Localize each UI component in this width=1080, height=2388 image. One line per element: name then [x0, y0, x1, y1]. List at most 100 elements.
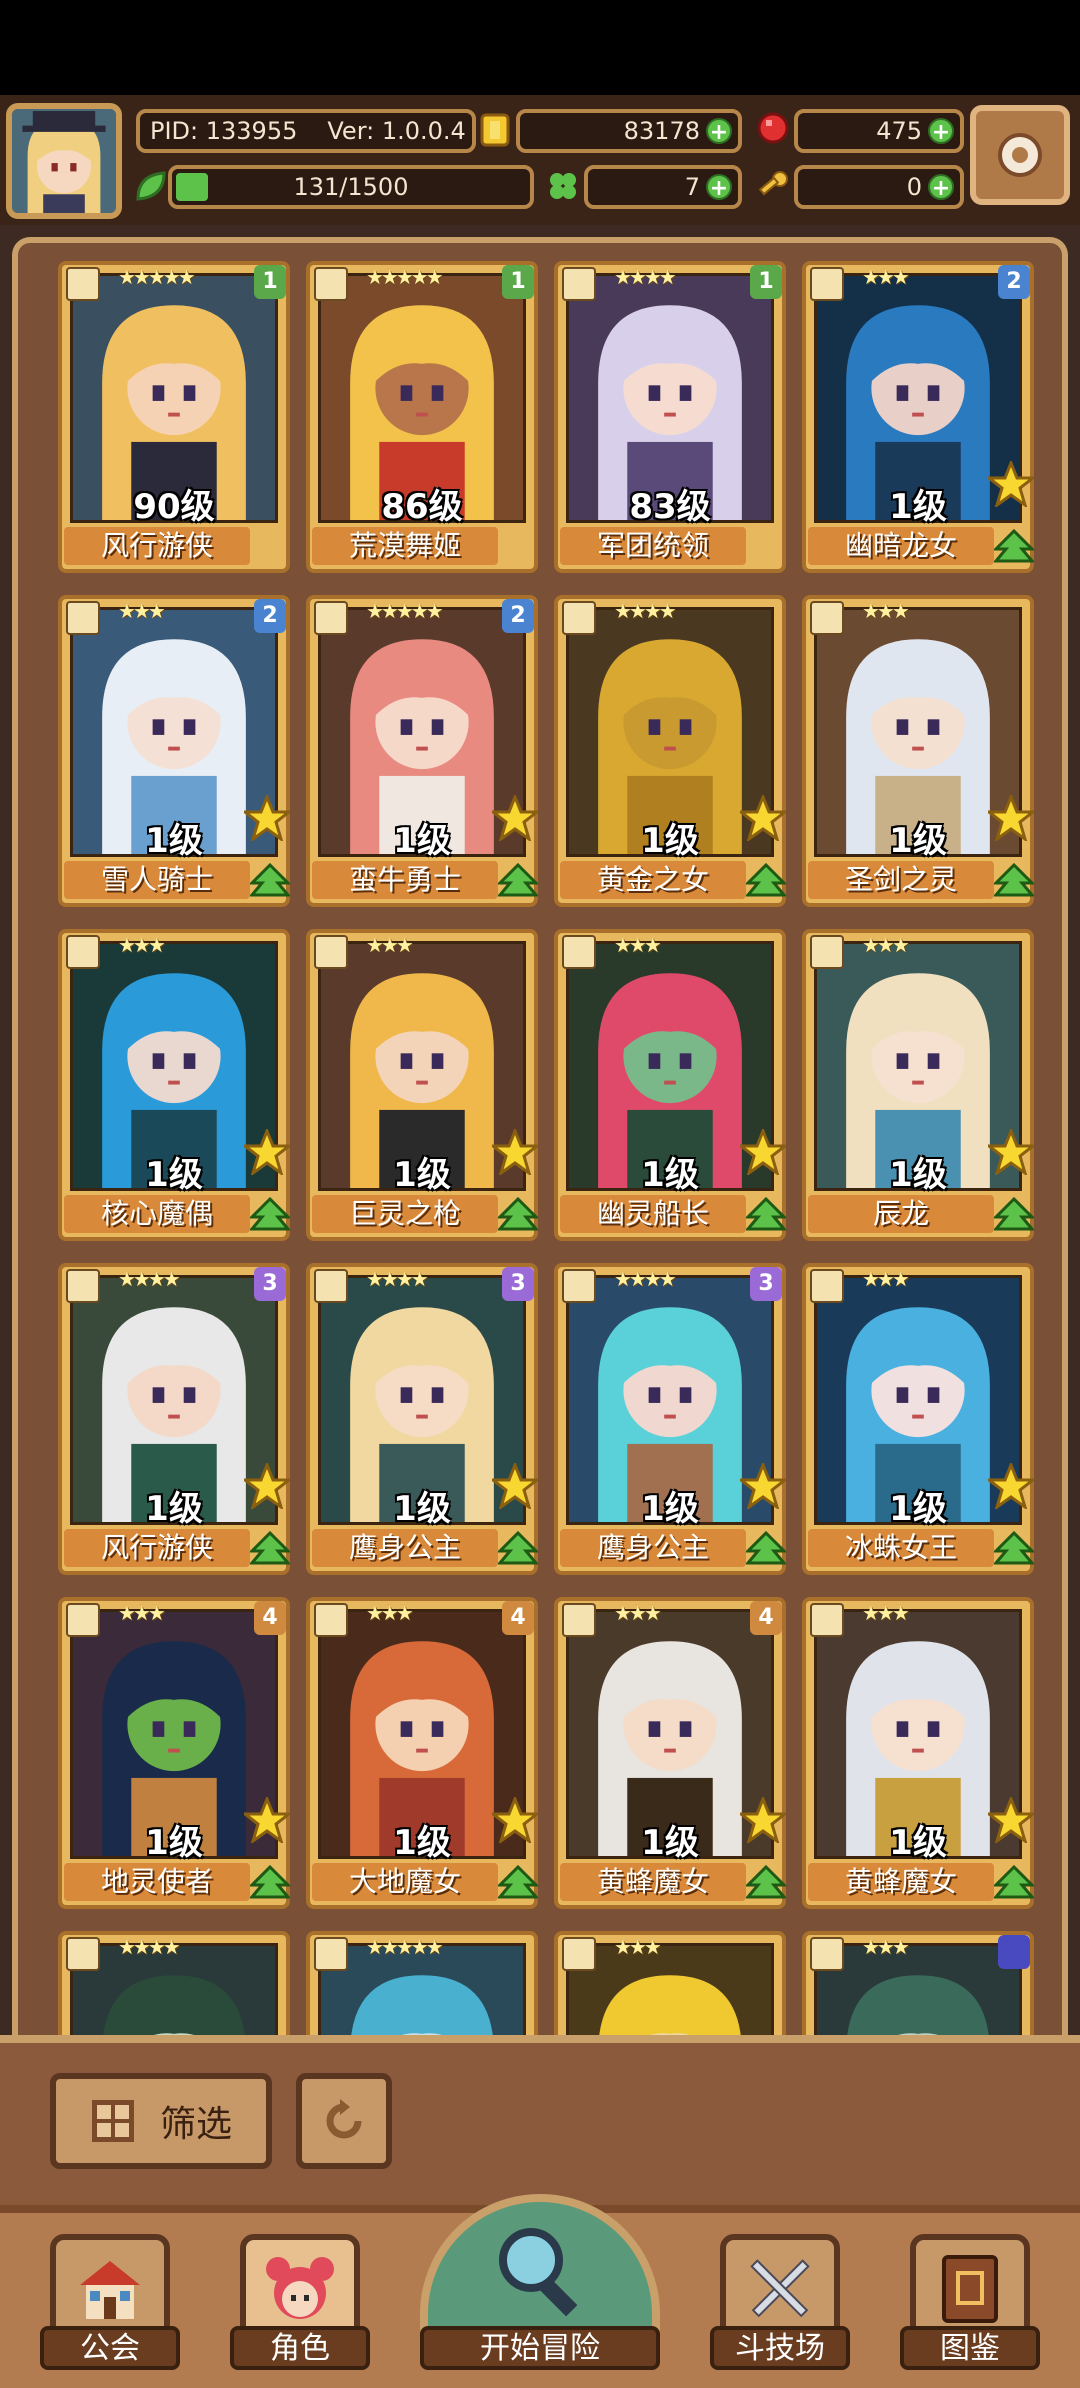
hero-name: 鹰身公主	[312, 1529, 498, 1567]
level-up-arrow-icon	[994, 863, 1034, 897]
filter-bar: 筛选	[0, 2035, 1080, 2205]
weapon-type-icon	[66, 1937, 100, 1971]
hero-card[interactable]: ★★★★★ 1 86级 荒漠舞姬	[306, 261, 538, 573]
hero-panel-inner: ★★★★★ 1 90级 风行游侠 ★★★★★ 1 86级 荒漠舞姬 ★★★★ 1 83级 军团统领 ★★…	[12, 237, 1068, 2037]
hero-card[interactable]: ★★★ 2 1级 幽暗龙女	[802, 261, 1034, 573]
hero-card[interactable]: ★★★★ 3 1级 风行游侠	[58, 1263, 290, 1575]
grid-filter-icon	[91, 2100, 134, 2142]
hero-card[interactable]: ★★★ 4 1级 地灵使者	[58, 1597, 290, 1909]
weapon-type-icon	[66, 1603, 100, 1637]
star-upgrade-icon	[988, 1797, 1034, 1843]
hero-level: 86级	[381, 487, 463, 527]
refresh-button[interactable]	[296, 2073, 392, 2169]
star-upgrade-icon	[492, 1797, 538, 1843]
nav-adventure[interactable]: 开始冒险	[410, 2194, 670, 2370]
nav-codex[interactable]: 图鉴	[900, 2234, 1040, 2370]
gold-amount: 83178	[623, 117, 700, 145]
level-up-arrow-icon	[746, 1197, 786, 1231]
weapon-type-icon	[314, 1603, 348, 1637]
hero-card[interactable]: ★★★★★	[306, 1931, 538, 2037]
rarity-stars: ★★★	[862, 265, 910, 289]
level-up-arrow-icon	[250, 863, 290, 897]
weapon-type-icon	[314, 267, 348, 301]
rarity-stars: ★★★	[614, 1935, 662, 1959]
hero-name: 风行游侠	[64, 527, 250, 565]
add-gold-button[interactable]: +	[706, 118, 732, 145]
add-clover-button[interactable]: +	[706, 174, 732, 201]
nav-adventure-label: 开始冒险	[420, 2326, 660, 2370]
settings-button[interactable]	[970, 105, 1070, 205]
hero-name: 蛮牛勇士	[312, 861, 498, 899]
hero-card[interactable]: ★★★ 4 1级 大地魔女	[306, 1597, 538, 1909]
rarity-stars: ★★★	[614, 1601, 662, 1625]
weapon-type-icon	[66, 935, 100, 969]
tier-badge: 3	[750, 1267, 782, 1301]
weapon-type-icon	[314, 1937, 348, 1971]
rarity-stars: ★★★	[862, 599, 910, 623]
add-gem-button[interactable]: +	[928, 118, 954, 145]
hero-card[interactable]: ★★★★★ 2 1级 蛮牛勇士	[306, 595, 538, 907]
nav-arena[interactable]: 斗技场	[710, 2234, 850, 2370]
rarity-stars: ★★★	[118, 1601, 166, 1625]
tier-badge: 4	[254, 1601, 286, 1635]
hero-card[interactable]: ★★★ 1级 圣剑之灵	[802, 595, 1034, 907]
tier-badge: 2	[254, 599, 286, 633]
hero-level: 83级	[629, 487, 711, 527]
hero-card[interactable]: ★★★ 1级 核心魔偶	[58, 929, 290, 1241]
hero-card[interactable]: ★★★ 2 1级 雪人骑士	[58, 595, 290, 907]
player-avatar[interactable]	[6, 103, 122, 219]
weapon-type-icon	[810, 267, 844, 301]
gem-amount: 475	[876, 117, 922, 145]
weapon-type-icon	[810, 1269, 844, 1303]
hero-card[interactable]: ★★★★ 3 1级 鹰身公主	[554, 1263, 786, 1575]
hero-name: 荒漠舞姬	[312, 527, 498, 565]
star-upgrade-icon	[988, 795, 1034, 841]
pid-version-pill: PID: 133955 Ver: 1.0.0.4	[136, 109, 476, 153]
hero-card[interactable]: ★★★ 1级 巨灵之枪	[306, 929, 538, 1241]
hero-card[interactable]: ★★★★ 1级 黄金之女	[554, 595, 786, 907]
rarity-stars: ★★★★	[614, 265, 677, 289]
hero-card[interactable]: ★★★ 1级 幽灵船长	[554, 929, 786, 1241]
level-up-arrow-icon	[994, 1531, 1034, 1565]
filter-button[interactable]: 筛选	[50, 2073, 272, 2169]
hero-name: 鹰身公主	[560, 1529, 746, 1567]
hero-portrait	[566, 1943, 774, 2037]
add-key-button[interactable]: +	[928, 174, 954, 201]
rarity-stars: ★★★★★	[366, 599, 444, 623]
rarity-stars: ★★★	[118, 599, 166, 623]
nav-role[interactable]: 角色	[230, 2234, 370, 2370]
clover-pill: 7 +	[584, 165, 742, 209]
weapon-type-icon	[562, 1269, 596, 1303]
star-upgrade-icon	[492, 795, 538, 841]
hero-card[interactable]: ★★★ 1级 辰龙	[802, 929, 1034, 1241]
weapon-type-icon	[562, 601, 596, 635]
hero-card[interactable]: ★★★★ 1 83级 军团统领	[554, 261, 786, 573]
level-up-arrow-icon	[746, 863, 786, 897]
weapon-type-icon	[810, 935, 844, 969]
tier-badge: 1	[254, 265, 286, 299]
tier-badge: 1	[502, 265, 534, 299]
hero-name: 幽灵船长	[560, 1195, 746, 1233]
hero-card[interactable]: ★★★	[554, 1931, 786, 2037]
level-up-arrow-icon	[994, 1865, 1034, 1899]
hero-panel: ★★★★★ 1 90级 风行游侠 ★★★★★ 1 86级 荒漠舞姬 ★★★★ 1 83级 军团统领 ★★…	[0, 225, 1080, 2037]
hero-card[interactable]: ★★★ 1级 冰蛛女王	[802, 1263, 1034, 1575]
star-upgrade-icon	[244, 1463, 290, 1509]
star-upgrade-icon	[244, 795, 290, 841]
clover-amount: 7	[684, 173, 700, 201]
hero-name: 大地魔女	[312, 1863, 498, 1901]
stamina-fill	[176, 173, 209, 201]
clover-icon	[550, 173, 576, 199]
hero-card[interactable]: ★★★ 1级 黄蜂魔女	[802, 1597, 1034, 1909]
hero-card[interactable]: ★★★	[802, 1931, 1034, 2037]
tier-badge	[998, 1935, 1030, 1969]
nav-guild[interactable]: 公会	[40, 2234, 180, 2370]
version-text: Ver: 1.0.0.4	[327, 117, 466, 145]
hero-card[interactable]: ★★★★ 3 1级 鹰身公主	[306, 1263, 538, 1575]
level-up-arrow-icon	[994, 529, 1034, 563]
weapon-type-icon	[66, 1269, 100, 1303]
nav-arena-label: 斗技场	[710, 2326, 850, 2370]
hero-card[interactable]: ★★★ 4 1级 黄蜂魔女	[554, 1597, 786, 1909]
hero-card[interactable]: ★★★★★ 1 90级 风行游侠	[58, 261, 290, 573]
hero-card[interactable]: ★★★★	[58, 1931, 290, 2037]
